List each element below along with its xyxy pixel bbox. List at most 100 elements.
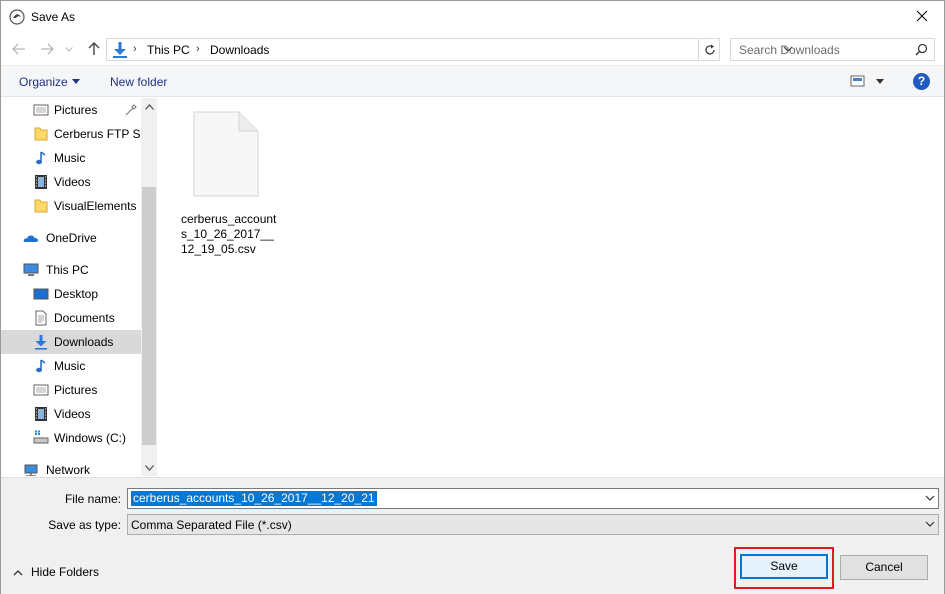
file-name-input[interactable]: cerberus_accounts_10_26_2017__12_20_21: [127, 488, 939, 509]
onedrive-icon: [23, 235, 38, 242]
nav-item-label: Network: [46, 463, 91, 476]
documents-icon: [35, 310, 47, 326]
nav-item-label: This PC: [46, 263, 89, 277]
arrow-right-icon: [41, 43, 54, 55]
nav-item-label: Downloads: [54, 335, 114, 349]
nav-item-cerberus-ftp[interactable]: Cerberus FTP Se: [1, 122, 147, 146]
save-type-select[interactable]: Comma Separated File (*.csv): [127, 514, 939, 535]
nav-item-label: Pictures: [54, 383, 98, 397]
nav-item-label: Music: [54, 359, 86, 373]
title-bar: Save As: [1, 1, 944, 32]
file-name: cerberus_accounts_10_26_2017__12_19_05.c…: [181, 212, 277, 256]
nav-item-onedrive[interactable]: OneDrive: [1, 226, 141, 250]
breadcrumb-downloads[interactable]: Downloads: [210, 43, 269, 57]
breadcrumb-separator: ›: [133, 43, 137, 55]
search-box[interactable]: [730, 38, 935, 61]
nav-item-windows-c[interactable]: Windows (C:): [1, 426, 141, 450]
nav-item-label: Cerberus FTP Se: [54, 127, 148, 141]
hide-folders-label: Hide Folders: [31, 565, 100, 579]
save-form: File name: cerberus_accounts_10_26_2017_…: [1, 477, 944, 594]
nav-item-label: Desktop: [54, 287, 99, 301]
window-title: Save As: [31, 10, 76, 24]
nav-item-this-pc[interactable]: This PC: [1, 258, 141, 282]
file-name-label: File name:: [64, 492, 121, 506]
cancel-button[interactable]: Cancel: [840, 555, 928, 580]
nav-item-visualelements[interactable]: VisualElements: [1, 194, 141, 218]
nav-item-pictures-pc[interactable]: Pictures: [1, 378, 141, 402]
chevron-up-icon: [144, 103, 154, 110]
help-button[interactable]: ?: [913, 73, 930, 90]
pin-icon[interactable]: [125, 104, 137, 116]
address-bar[interactable]: › This PC › Downloads: [106, 38, 793, 61]
network-icon: [24, 464, 38, 476]
save-as-dialog: Save As › This PC › Downloads Search Dow…: [0, 0, 945, 594]
nav-item-network[interactable]: Network: [1, 458, 141, 476]
back-button[interactable]: [10, 40, 28, 58]
scroll-up-button[interactable]: [141, 98, 157, 115]
chevron-down-icon: [72, 79, 80, 84]
nav-item-music[interactable]: Music: [1, 146, 141, 170]
chevron-up-icon: [13, 570, 23, 576]
nav-item-label: Documents: [54, 311, 115, 325]
refresh-button[interactable]: [700, 38, 720, 61]
change-view-button[interactable]: [850, 74, 886, 91]
forward-button[interactable]: [38, 40, 56, 58]
desktop-icon: [33, 288, 49, 300]
file-name-value: cerberus_accounts_10_26_2017__12_20_21: [131, 491, 377, 506]
scroll-thumb[interactable]: [142, 187, 156, 445]
drive-icon: [33, 430, 49, 444]
pictures-icon: [33, 384, 49, 396]
chevron-down-icon: [144, 464, 154, 471]
nav-scrollbar[interactable]: [141, 98, 157, 476]
command-bar: Organize New folder ?: [1, 65, 944, 97]
nav-item-documents[interactable]: Documents: [1, 306, 141, 330]
organize-button[interactable]: Organize: [19, 75, 68, 89]
scroll-down-button[interactable]: [141, 459, 157, 476]
view-icon: [850, 75, 884, 87]
close-icon: [916, 10, 928, 22]
save-button[interactable]: Save: [740, 554, 828, 579]
refresh-icon: [704, 44, 715, 55]
file-list[interactable]: cerberus_accounts_10_26_2017__12_19_05.c…: [159, 98, 944, 476]
nav-item-label: Windows (C:): [54, 431, 127, 445]
search-input[interactable]: [731, 39, 911, 60]
file-icon: [193, 111, 259, 197]
nav-item-label: Videos: [54, 407, 91, 421]
pictures-icon: [33, 104, 49, 116]
videos-icon: [35, 175, 47, 189]
save-type-value: Comma Separated File (*.csv): [131, 518, 292, 532]
nav-item-music-pc[interactable]: Music: [1, 354, 141, 378]
videos-icon: [35, 407, 47, 421]
nav-item-videos-pc[interactable]: Videos: [1, 402, 141, 426]
this-pc-icon: [23, 263, 39, 276]
music-icon: [36, 151, 46, 165]
music-icon: [36, 359, 46, 373]
chevron-down-icon: [65, 46, 73, 52]
nav-item-label: Pictures: [54, 103, 98, 117]
nav-item-videos[interactable]: Videos: [1, 170, 141, 194]
arrow-left-icon: [12, 43, 25, 55]
nav-item-downloads[interactable]: Downloads: [1, 330, 141, 354]
nav-item-desktop[interactable]: Desktop: [1, 282, 141, 306]
nav-item-label: OneDrive: [46, 231, 97, 245]
chevron-down-icon[interactable]: [925, 495, 935, 502]
chevron-down-icon: [925, 521, 935, 527]
close-button[interactable]: [900, 1, 944, 31]
app-icon: [9, 9, 25, 25]
new-folder-button[interactable]: New folder: [110, 75, 167, 89]
nav-item-label: Music: [54, 151, 86, 165]
up-button[interactable]: [85, 40, 103, 58]
nav-item-pictures[interactable]: Pictures: [1, 98, 141, 122]
downloads-icon: [35, 335, 47, 350]
arrow-up-icon: [88, 42, 100, 55]
recent-locations-button[interactable]: [63, 40, 75, 58]
folder-icon: [34, 199, 48, 213]
folder-icon: [34, 127, 48, 141]
nav-item-label: VisualElements: [54, 199, 137, 213]
breadcrumb-separator: ›: [196, 43, 200, 55]
nav-item-label: Videos: [54, 175, 91, 189]
breadcrumb-this-pc[interactable]: This PC: [147, 43, 190, 57]
save-type-label: Save as type:: [48, 518, 121, 532]
file-item[interactable]: cerberus_accounts_10_26_2017__12_19_05.c…: [177, 108, 277, 258]
navigation-pane: Pictures Cerberus FTP Se Music Videos Vi…: [1, 98, 157, 476]
